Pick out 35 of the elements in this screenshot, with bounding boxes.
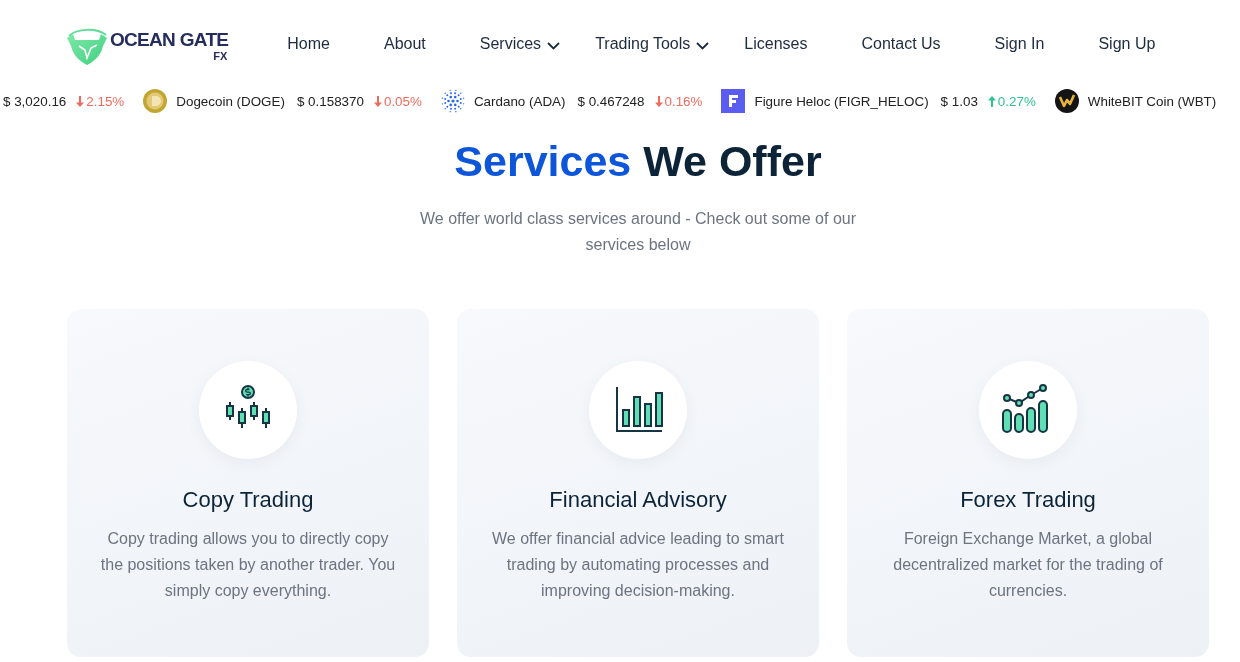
- section-heading: Services We Offer: [453, 136, 823, 186]
- coin-price: $ 0.467248: [577, 93, 645, 109]
- nav-link[interactable]: Contact Us: [861, 35, 941, 53]
- nav-link[interactable]: Services: [479, 35, 561, 53]
- coin-price: $ 1.03: [940, 93, 978, 109]
- nav-link[interactable]: Licenses: [744, 35, 808, 53]
- card-description: We offer financial advice leading to smart trading by automating processes and improving decision-making.: [491, 529, 785, 601]
- nav-link[interactable]: Sign Up: [1098, 35, 1156, 53]
- nav-link[interactable]: Sign In: [994, 35, 1045, 53]
- square-logo-icon: [721, 89, 746, 113]
- price-change: 0.27%: [997, 93, 1036, 109]
- nav-link[interactable]: Home: [287, 35, 330, 53]
- price-change: 2.15%: [86, 93, 125, 109]
- nav-link[interactable]: About: [383, 35, 426, 53]
- price-change: 0.05%: [383, 93, 422, 109]
- card-description: Foreign Exchange Market, a global decentralized market for the trading of currencies.: [892, 529, 1164, 601]
- coin-name: Cardano (ADA): [473, 93, 566, 109]
- card-title: Forex Trading: [960, 487, 1096, 513]
- card-title: Financial Advisory: [549, 487, 727, 513]
- coin-name: WhiteBIT Coin (WBT): [1087, 93, 1217, 109]
- zigzag-coin-icon: [1054, 89, 1079, 113]
- shield-logo-icon: [65, 26, 109, 66]
- dot-ring-icon: [440, 89, 465, 113]
- brand-name: OCEAN GATE: [110, 30, 229, 50]
- coin-name: Figure Heloc (FIGR_HELOC): [754, 93, 929, 109]
- card-title: Copy Trading: [182, 487, 314, 513]
- coin-icon: [143, 89, 168, 113]
- card-description: Copy trading allows you to directly copy the positions taken by another trader. You simply copy everything.: [99, 529, 397, 601]
- coin-price: $ 0.158370: [296, 93, 364, 109]
- section-subtitle: We offer world class services around - Check out some of our services below: [418, 209, 857, 255]
- coin-name: Dogecoin (DOGE): [176, 93, 285, 109]
- nav-link[interactable]: Trading Tools: [595, 35, 710, 53]
- coin-price: $ 3,020.16: [3, 93, 67, 109]
- price-change: 0.16%: [664, 93, 703, 109]
- brand-suffix: FX: [213, 50, 228, 62]
